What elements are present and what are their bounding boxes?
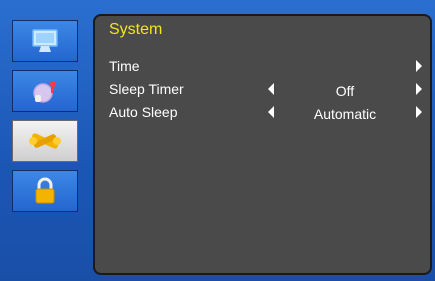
sidebar-item-lock[interactable] xyxy=(12,170,78,212)
right-arrow-icon xyxy=(416,60,422,72)
menu-item-time[interactable]: Time xyxy=(95,56,430,76)
system-menu-panel: System Time Sleep Timer Off Auto Sleep A… xyxy=(93,14,432,275)
menu-title: System xyxy=(109,21,163,38)
menu-item-value: Automatic xyxy=(313,106,377,122)
audio-icon xyxy=(33,81,56,103)
menu-item-label: Auto Sleep xyxy=(109,104,178,120)
sidebar-item-system[interactable] xyxy=(12,120,78,162)
tools-icon xyxy=(29,133,61,149)
sidebar-item-picture[interactable] xyxy=(12,20,78,62)
menu-item-label: Sleep Timer xyxy=(109,81,184,97)
right-arrow-icon[interactable] xyxy=(416,106,422,118)
right-arrow-icon[interactable] xyxy=(416,83,422,95)
lock-icon xyxy=(35,177,55,204)
monitor-icon xyxy=(32,29,58,52)
left-arrow-icon[interactable] xyxy=(268,106,274,118)
menu-item-sleep-timer[interactable]: Sleep Timer Off xyxy=(95,79,430,99)
menu-item-auto-sleep[interactable]: Auto Sleep Automatic xyxy=(95,102,430,122)
menu-item-label: Time xyxy=(109,58,140,74)
menu-item-value: Off xyxy=(335,83,355,99)
sidebar-item-audio[interactable] xyxy=(12,70,78,112)
left-arrow-icon[interactable] xyxy=(268,83,274,95)
